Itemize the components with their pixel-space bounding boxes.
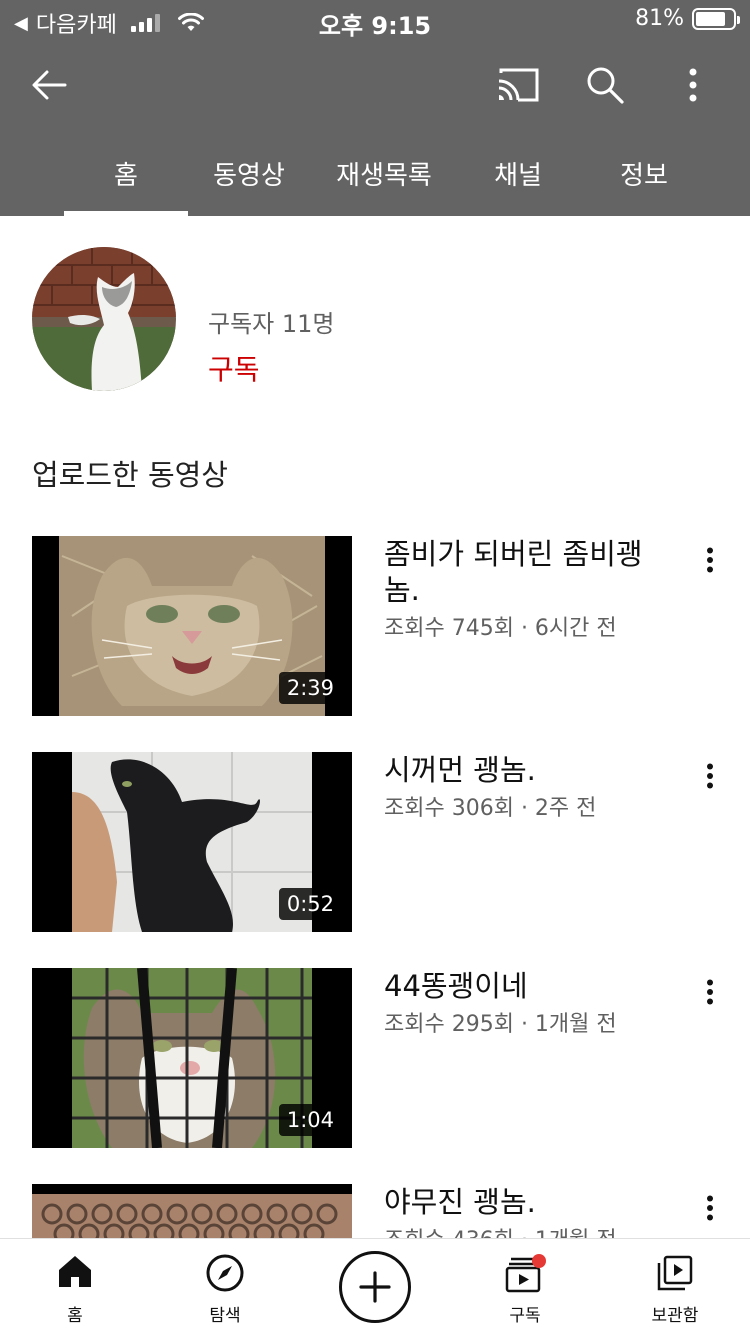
nav-label: 보관함 — [651, 1306, 699, 1326]
video-more-icon[interactable] — [696, 758, 724, 794]
section-title: 업로드한 동영상 — [32, 458, 228, 492]
search-icon[interactable] — [580, 60, 630, 110]
library-icon — [625, 1253, 725, 1293]
battery-percent: 81% — [635, 6, 684, 31]
tab-home[interactable]: 홈 — [64, 130, 188, 216]
battery-icon — [692, 7, 740, 30]
status-bar: ◀ 다음카페 오후 9:15 81% — [0, 0, 750, 40]
plus-icon — [359, 1271, 391, 1303]
nav-label: 홈 — [67, 1306, 83, 1326]
video-meta: 조회수 745회 · 6시간 전 — [384, 616, 617, 641]
create-button[interactable] — [339, 1251, 411, 1323]
video-thumbnail[interactable]: 0:52 — [32, 752, 352, 932]
status-right: 81% — [635, 6, 740, 31]
nav-home[interactable]: 홈 — [25, 1239, 125, 1334]
video-title[interactable]: 44똥괭이네 — [384, 968, 664, 1004]
video-title[interactable]: 시꺼먼 괭놈. — [384, 752, 664, 788]
video-title[interactable]: 좀비가 되버린 좀비괭놈. — [384, 536, 664, 608]
video-item[interactable]: 2:39 좀비가 되버린 좀비괭놈. 조회수 745회 · 6시간 전 — [0, 536, 750, 716]
channel-avatar[interactable] — [32, 247, 176, 391]
tab-about[interactable]: 정보 — [594, 130, 694, 216]
subscriber-count: 구독자 11명 — [208, 310, 335, 338]
nav-label: 구독 — [509, 1306, 541, 1326]
channel-tabs: 홈 동영상 재생목록 채널 정보 — [0, 130, 750, 216]
video-duration: 1:04 — [278, 1104, 342, 1136]
video-more-icon[interactable] — [696, 542, 724, 578]
cast-icon[interactable] — [493, 60, 543, 110]
video-thumbnail[interactable]: 1:04 — [32, 968, 352, 1148]
video-duration: 0:52 — [278, 888, 342, 920]
home-icon — [25, 1253, 125, 1293]
bottom-navigation: 홈 탐색 구독 보관함 — [0, 1238, 750, 1334]
video-item[interactable]: 1:04 44똥괭이네 조회수 295회 · 1개월 전 — [0, 968, 750, 1148]
subscribe-button[interactable]: 구독 — [208, 348, 260, 388]
nav-subscriptions[interactable]: 구독 — [475, 1239, 575, 1334]
back-arrow-icon[interactable] — [24, 60, 74, 110]
video-more-icon[interactable] — [696, 974, 724, 1010]
tab-channels[interactable]: 채널 — [468, 130, 568, 216]
nav-label: 탐색 — [209, 1306, 241, 1326]
active-tab-indicator — [64, 211, 188, 216]
app-bar — [0, 40, 750, 130]
video-duration: 2:39 — [278, 672, 342, 704]
top-bar: ◀ 다음카페 오후 9:15 81% 홈 동영상 재생목록 채널 정보 — [0, 0, 750, 216]
nav-library[interactable]: 보관함 — [625, 1239, 725, 1334]
subscriptions-icon — [475, 1253, 575, 1293]
video-meta: 조회수 306회 · 2주 전 — [384, 796, 597, 821]
more-vert-icon[interactable] — [668, 60, 718, 110]
video-meta: 조회수 295회 · 1개월 전 — [384, 1012, 617, 1037]
explore-icon — [175, 1253, 275, 1293]
nav-explore[interactable]: 탐색 — [175, 1239, 275, 1334]
video-thumbnail[interactable]: 2:39 — [32, 536, 352, 716]
tab-videos[interactable]: 동영상 — [192, 130, 306, 216]
video-item[interactable]: 0:52 시꺼먼 괭놈. 조회수 306회 · 2주 전 — [0, 752, 750, 932]
video-more-icon[interactable] — [696, 1190, 724, 1226]
tab-playlists[interactable]: 재생목록 — [322, 130, 446, 216]
video-title[interactable]: 야무진 괭놈. — [384, 1184, 664, 1220]
